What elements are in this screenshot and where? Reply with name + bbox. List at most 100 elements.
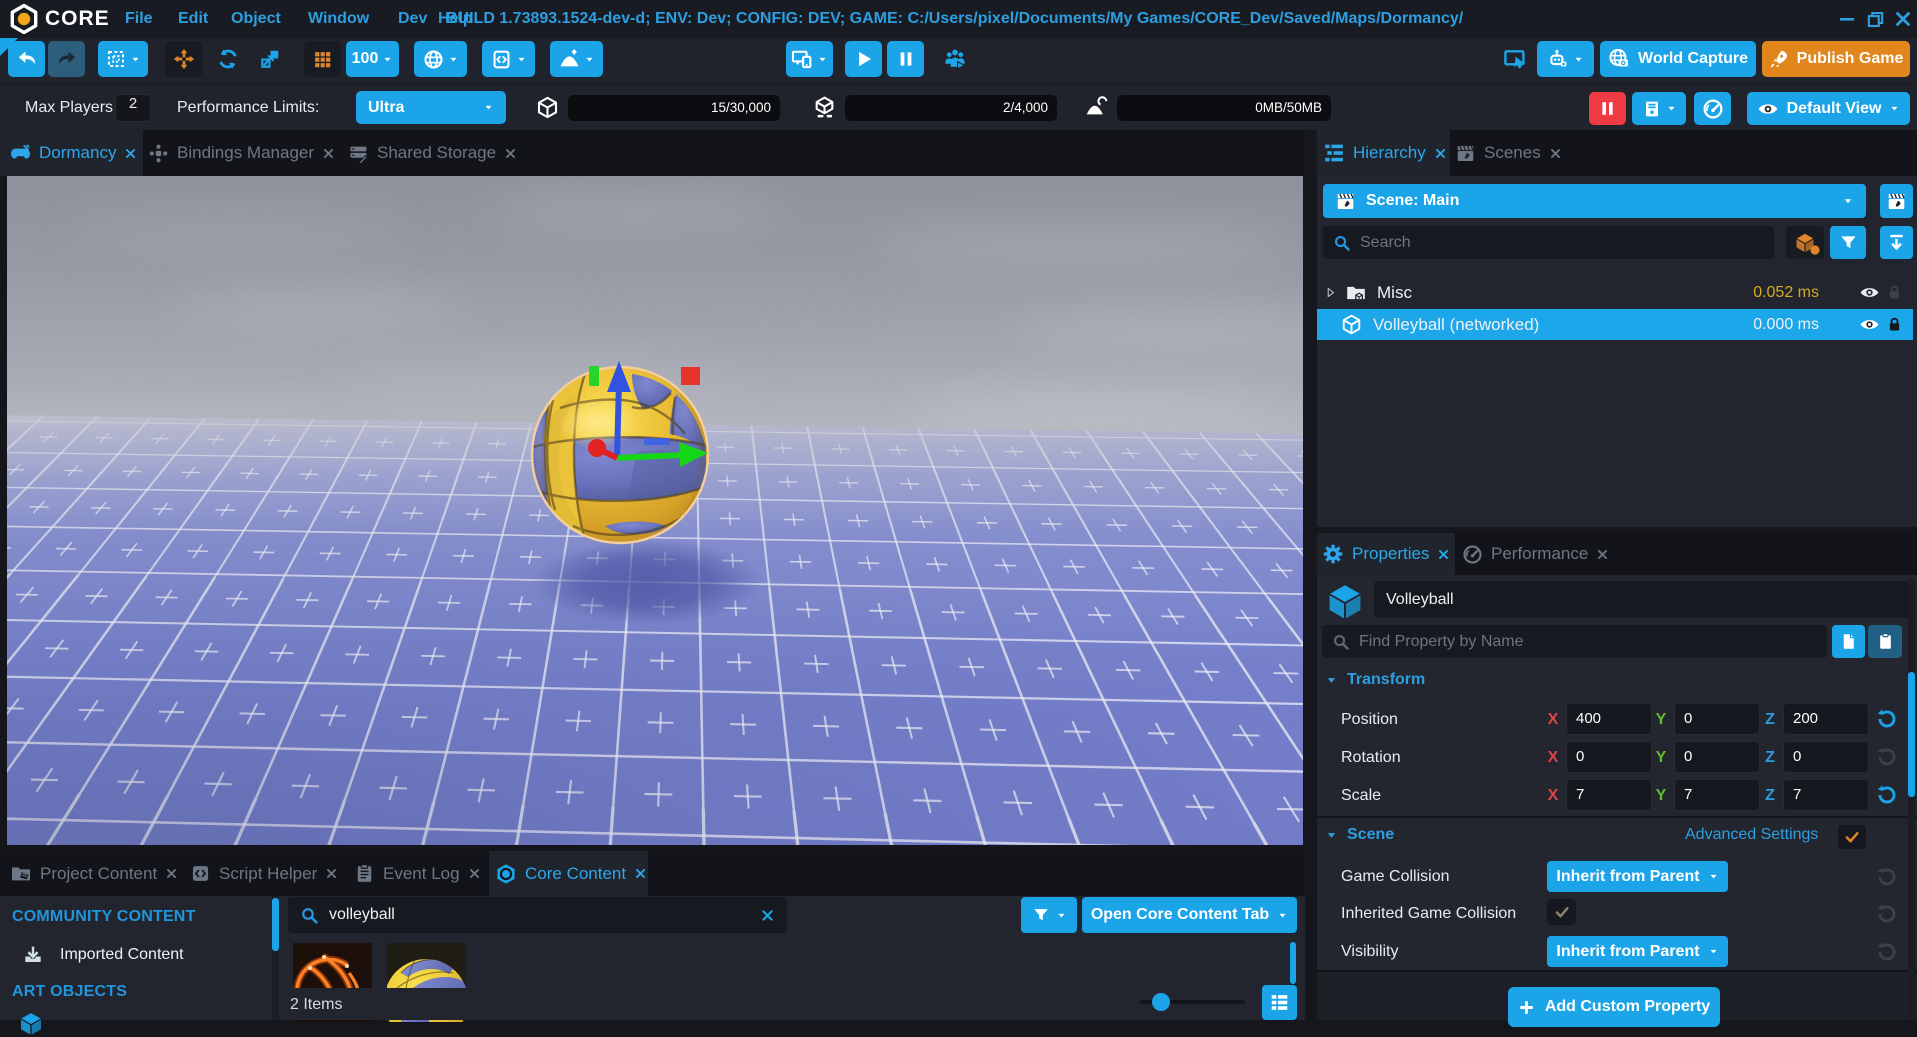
- transform-gizmo[interactable]: [7, 176, 1303, 845]
- slider-knob[interactable]: [1152, 993, 1170, 1011]
- screen-share-icon[interactable]: [1498, 41, 1532, 77]
- tab-performance[interactable]: Performance: [1462, 533, 1608, 575]
- advanced-settings-link[interactable]: Advanced Settings: [1685, 826, 1818, 844]
- visibility-eye-icon[interactable]: [1859, 282, 1880, 303]
- rotation-y-input[interactable]: 0: [1674, 741, 1760, 773]
- tab-dormancy[interactable]: Dormancy: [0, 130, 143, 176]
- default-view-dropdown[interactable]: Default View: [1747, 92, 1910, 125]
- save-dropdown[interactable]: [1632, 92, 1686, 125]
- close-button[interactable]: [1892, 8, 1914, 30]
- world-settings-dropdown[interactable]: [414, 41, 467, 77]
- tab-shared-storage[interactable]: Shared Storage: [348, 130, 518, 176]
- tab-close-icon[interactable]: [1549, 147, 1562, 160]
- tab-close-icon[interactable]: [165, 867, 178, 880]
- tab-close-icon[interactable]: [322, 147, 335, 160]
- multiplayer-preview-dropdown[interactable]: [786, 41, 833, 77]
- position-reset-button[interactable]: [1876, 708, 1898, 730]
- grid-snap-button[interactable]: [304, 41, 341, 77]
- performance-gauge-button[interactable]: [1694, 92, 1731, 125]
- scale-z-input[interactable]: 7: [1783, 779, 1869, 811]
- tab-close-icon[interactable]: [468, 867, 481, 880]
- content-scrollbar[interactable]: [1290, 942, 1296, 984]
- snap-size-dropdown[interactable]: 100: [346, 41, 399, 77]
- lock-icon[interactable]: [1886, 316, 1903, 333]
- find-property-input[interactable]: Find Property by Name: [1322, 625, 1827, 658]
- tab-close-icon[interactable]: [1437, 548, 1450, 561]
- gizmo-z-arrowhead[interactable]: [607, 361, 631, 392]
- tab-bindings-manager[interactable]: Bindings Manager: [148, 130, 338, 176]
- undo-button[interactable]: [8, 41, 45, 77]
- tab-close-icon[interactable]: [634, 867, 647, 880]
- stop-button[interactable]: [1589, 92, 1626, 125]
- scale-x-input[interactable]: 7: [1566, 779, 1652, 811]
- position-x-input[interactable]: 400: [1566, 703, 1652, 735]
- tab-close-icon[interactable]: [1596, 548, 1609, 561]
- transform-section-header[interactable]: Transform: [1325, 671, 1425, 689]
- tab-event-log[interactable]: Event Log: [354, 851, 482, 896]
- publish-game-button[interactable]: Publish Game: [1762, 41, 1910, 77]
- menu-object[interactable]: Object: [231, 0, 281, 38]
- minimize-button[interactable]: [1836, 8, 1858, 30]
- visibility-eye-icon[interactable]: [1859, 314, 1880, 335]
- gizmo-y-handle[interactable]: [588, 439, 606, 457]
- hierarchy-filter-button[interactable]: [1830, 226, 1866, 259]
- advanced-settings-checkbox[interactable]: [1838, 825, 1866, 849]
- thumbnail-size-slider[interactable]: [1140, 1000, 1245, 1004]
- expand-arrow-icon[interactable]: [1323, 285, 1338, 300]
- rotation-z-input[interactable]: 0: [1783, 741, 1869, 773]
- hierarchy-asset-filter-button[interactable]: [1786, 226, 1824, 259]
- clear-search-icon[interactable]: [760, 908, 775, 923]
- script-dropdown[interactable]: [482, 41, 535, 77]
- inherited-game-collision-reset-button[interactable]: [1876, 903, 1898, 925]
- community-content-header[interactable]: COMMUNITY CONTENT: [12, 908, 196, 926]
- hierarchy-search-input[interactable]: Search: [1323, 226, 1774, 259]
- scene-selector-dropdown[interactable]: Scene: Main: [1323, 184, 1866, 218]
- restore-button[interactable]: [1864, 8, 1886, 30]
- view-mode-button[interactable]: [1262, 985, 1297, 1020]
- inherited-game-collision-checkbox[interactable]: [1547, 899, 1576, 925]
- redo-button[interactable]: [48, 41, 85, 77]
- tab-close-icon[interactable]: [504, 147, 517, 160]
- tab-close-icon[interactable]: [325, 867, 338, 880]
- position-y-input[interactable]: 0: [1674, 703, 1760, 735]
- art-objects-item[interactable]: [18, 1011, 44, 1037]
- paste-properties-button[interactable]: [1868, 625, 1902, 658]
- tab-properties[interactable]: Properties: [1317, 533, 1455, 575]
- art-objects-header[interactable]: ART OBJECTS: [12, 983, 127, 1001]
- rotation-reset-button[interactable]: [1876, 746, 1898, 768]
- content-search-input[interactable]: volleyball: [288, 897, 787, 933]
- scrollbar-thumb[interactable]: [1908, 672, 1915, 797]
- game-collision-dropdown[interactable]: Inherit from Parent: [1547, 861, 1728, 892]
- hierarchy-row-volleyball[interactable]: Volleyball (networked) 0.000 ms: [1317, 309, 1913, 340]
- pause-button[interactable]: [887, 41, 924, 77]
- scene-manager-button[interactable]: [1880, 184, 1913, 218]
- performance-limits-dropdown[interactable]: Ultra: [356, 91, 506, 124]
- copy-properties-button[interactable]: [1832, 625, 1865, 658]
- menu-window[interactable]: Window: [308, 0, 369, 38]
- tab-hierarchy[interactable]: Hierarchy: [1317, 130, 1450, 176]
- scale-y-input[interactable]: 7: [1674, 779, 1760, 811]
- gizmo-x-arrowhead[interactable]: [679, 442, 708, 467]
- tab-close-icon[interactable]: [1434, 147, 1447, 160]
- lock-icon[interactable]: [1886, 284, 1903, 301]
- scale-tool-button[interactable]: [251, 41, 288, 77]
- menu-dev[interactable]: Dev: [398, 0, 427, 38]
- tab-scenes[interactable]: Scenes: [1455, 130, 1575, 176]
- viewport-3d-scene[interactable]: [7, 176, 1303, 845]
- scene-section-header[interactable]: Scene: [1325, 826, 1394, 844]
- menu-edit[interactable]: Edit: [178, 0, 208, 38]
- world-capture-button[interactable]: World Capture: [1600, 41, 1756, 77]
- game-collision-reset-button[interactable]: [1876, 866, 1898, 888]
- content-filter-button[interactable]: [1021, 897, 1077, 933]
- scrollbar-thumb[interactable]: [272, 898, 279, 951]
- visibility-dropdown[interactable]: Inherit from Parent: [1547, 936, 1728, 967]
- max-players-input[interactable]: 2: [115, 94, 151, 122]
- gizmo-x-axis[interactable]: [617, 455, 683, 458]
- tab-script-helper[interactable]: Script Helper: [190, 851, 340, 896]
- gizmo-z-axis[interactable]: [617, 382, 619, 458]
- rotation-x-input[interactable]: 0: [1566, 741, 1652, 773]
- add-custom-property-button[interactable]: Add Custom Property: [1508, 987, 1720, 1027]
- position-z-input[interactable]: 200: [1783, 703, 1869, 735]
- properties-scrollbar[interactable]: [1908, 578, 1915, 1020]
- tab-project-content[interactable]: Project Content: [10, 851, 180, 896]
